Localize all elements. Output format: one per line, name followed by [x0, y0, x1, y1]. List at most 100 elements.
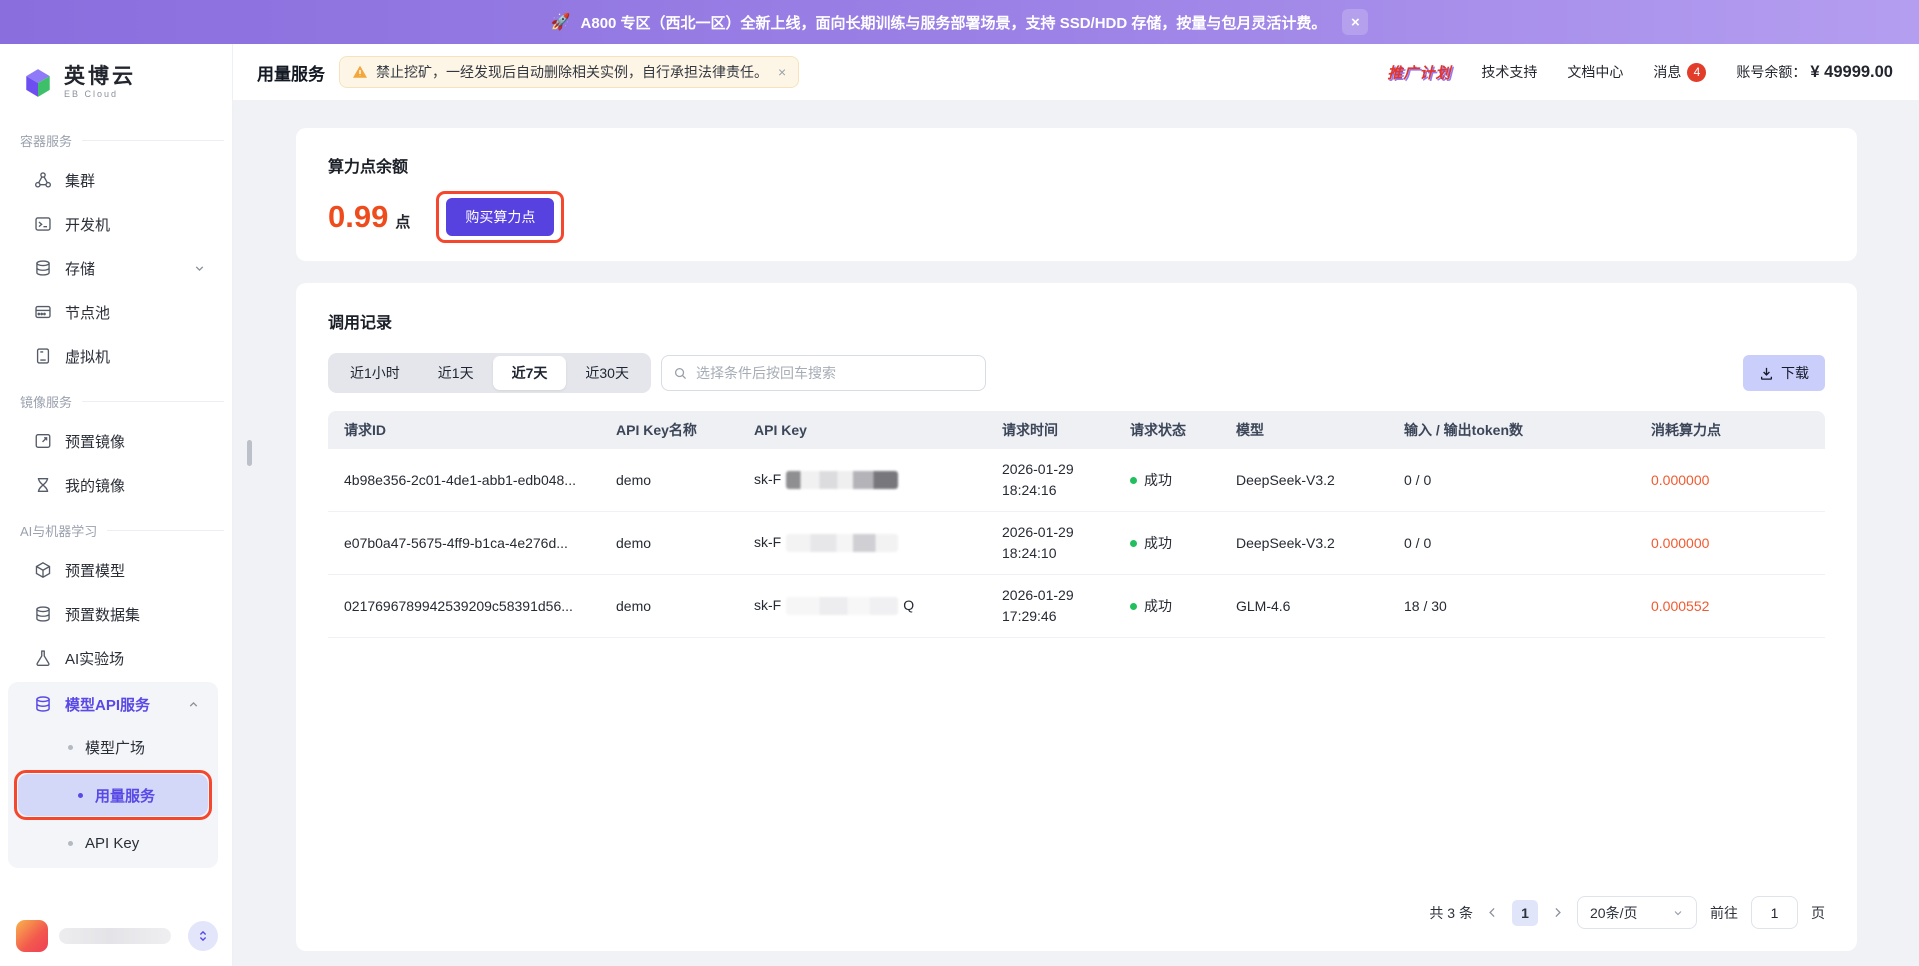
download-button[interactable]: 下载	[1743, 355, 1825, 391]
sidebar-item-label: 虚拟机	[65, 346, 110, 367]
tab-last-1-day[interactable]: 近1天	[419, 356, 493, 390]
redacted-api-key	[786, 534, 898, 552]
tech-support-link[interactable]: 技术支持	[1481, 62, 1537, 82]
col-api-key: API Key	[754, 422, 1002, 438]
sidebar-subitem-label: API Key	[85, 835, 139, 852]
warning-banner: 禁止挖矿，一经发现后自动删除相关实例，自行承担法律责任。 ×	[339, 56, 799, 88]
prev-page-button[interactable]	[1486, 906, 1499, 919]
warning-close-button[interactable]: ×	[778, 64, 786, 80]
cell-status: 成功	[1130, 596, 1236, 616]
cell-api-key-name: demo	[616, 472, 754, 488]
warning-icon	[352, 64, 368, 80]
status-dot	[1130, 603, 1137, 610]
tab-last-30-days[interactable]: 近30天	[566, 356, 648, 390]
goto-unit: 页	[1811, 903, 1825, 923]
col-request-id: 请求ID	[344, 420, 616, 440]
cell-request-id: 0217696789942539209c58391d56...	[344, 598, 616, 614]
download-icon	[1759, 366, 1774, 381]
warning-text: 禁止挖矿，一经发现后自动删除相关实例，自行承担法律责任。	[376, 62, 768, 82]
sidebar-item-my-images[interactable]: 我的镜像	[0, 463, 224, 507]
pagination: 共 3 条 1 20条/页 前往	[328, 896, 1825, 929]
image-icon	[34, 432, 52, 450]
section-label-text: 镜像服务	[20, 392, 72, 411]
col-cost: 消耗算力点	[1651, 420, 1809, 440]
search-icon	[673, 366, 688, 381]
bullet-dot	[78, 793, 83, 798]
scrollbar-thumb[interactable]	[247, 440, 252, 466]
cell-api-key-name: demo	[616, 535, 754, 551]
messages-badge: 4	[1687, 63, 1706, 82]
sidebar-item-preset-datasets[interactable]: 预置数据集	[0, 592, 224, 636]
messages-link[interactable]: 消息 4	[1653, 62, 1706, 82]
buy-compute-points-button[interactable]: 购买算力点	[446, 198, 554, 236]
cell-tokens: 18 / 30	[1404, 598, 1651, 614]
workspace-switcher-button[interactable]	[188, 921, 218, 951]
section-divider	[82, 140, 224, 141]
cell-cost: 0.000000	[1651, 472, 1809, 488]
sidebar-item-label: 节点池	[65, 302, 110, 323]
col-api-key-name: API Key名称	[616, 420, 754, 440]
section-label-ai-ml: AI与机器学习	[0, 507, 224, 548]
balance-label: 账号余额：	[1736, 62, 1806, 82]
compute-points-card: 算力点余额 0.99 点 购买算力点	[296, 128, 1857, 261]
cell-request-id: 4b98e356-2c01-4de1-abb1-edb048...	[344, 472, 616, 488]
sidebar-item-model-square[interactable]: 模型广场	[8, 726, 218, 768]
goto-label: 前往	[1710, 903, 1738, 923]
avatar[interactable]	[16, 920, 48, 952]
flask-icon	[34, 649, 52, 667]
call-records-card: 调用记录 近1小时 近1天 近7天 近30天 下载	[296, 283, 1857, 951]
goto-page-input[interactable]	[1751, 896, 1798, 929]
cell-model: GLM-4.6	[1236, 598, 1404, 614]
tab-last-1-hour[interactable]: 近1小时	[331, 356, 419, 390]
search-input[interactable]	[696, 365, 974, 381]
messages-label: 消息	[1653, 62, 1681, 82]
sidebar-item-preset-models[interactable]: 预置模型	[0, 548, 224, 592]
user-name-redacted	[59, 928, 171, 944]
col-request-status: 请求状态	[1130, 420, 1236, 440]
col-tokens: 输入 / 输出token数	[1404, 420, 1651, 440]
page-number-1[interactable]: 1	[1512, 900, 1538, 926]
promo-plan-link[interactable]: 推广计划	[1387, 62, 1451, 83]
sidebar-item-vm[interactable]: 虚拟机	[0, 334, 224, 378]
vm-icon	[34, 347, 52, 365]
sidebar-item-model-api-service[interactable]: 模型API服务	[8, 682, 218, 726]
sidebar-item-dev-machine[interactable]: 开发机	[0, 202, 224, 246]
cell-api-key: sk-FQ	[754, 597, 1002, 615]
sidebar-item-storage[interactable]: 存储	[0, 246, 224, 290]
promo-banner-text: A800 专区（西北一区）全新上线，面向长期训练与服务部署场景，支持 SSD/H…	[581, 12, 1327, 33]
sidebar-item-usage-service[interactable]: 用量服务	[18, 774, 208, 816]
user-box	[16, 920, 218, 952]
brand-subtitle: EB Cloud	[64, 90, 136, 99]
cell-cost: 0.000000	[1651, 535, 1809, 551]
cell-model: DeepSeek-V3.2	[1236, 472, 1404, 488]
compute-points-title: 算力点余额	[328, 153, 1825, 177]
table-row: 4b98e356-2c01-4de1-abb1-edb048... demo s…	[328, 449, 1825, 512]
sidebar-item-cluster[interactable]: 集群	[0, 158, 224, 202]
status-dot	[1130, 477, 1137, 484]
sidebar-item-api-key[interactable]: API Key	[8, 822, 218, 864]
sidebar-item-node-pool[interactable]: 节点池	[0, 290, 224, 334]
sidebar-item-label: 我的镜像	[65, 475, 125, 496]
sidebar-item-label: 模型API服务	[65, 694, 150, 715]
chevron-up-icon	[187, 698, 200, 711]
rocket-icon: 🚀	[551, 12, 571, 32]
tab-last-7-days[interactable]: 近7天	[493, 356, 567, 390]
next-page-button[interactable]	[1551, 906, 1564, 919]
cell-tokens: 0 / 0	[1404, 472, 1651, 488]
sidebar-item-ai-lab[interactable]: AI实验场	[0, 636, 224, 680]
cell-request-time: 2026-01-2918:24:10	[1002, 522, 1130, 564]
page-size-select[interactable]: 20条/页	[1577, 896, 1697, 929]
docs-center-link[interactable]: 文档中心	[1567, 62, 1623, 82]
brand-logo: 英博云 EB Cloud	[0, 60, 232, 109]
annotation-box-buy-button: 购买算力点	[436, 191, 564, 243]
sidebar-item-preset-images[interactable]: 预置镜像	[0, 419, 224, 463]
cell-api-key: sk-F	[754, 471, 1002, 489]
table-header-row: 请求ID API Key名称 API Key 请求时间 请求状态 模型 输入 /…	[328, 411, 1825, 449]
table-row: 0217696789942539209c58391d56... demo sk-…	[328, 575, 1825, 638]
cell-model: DeepSeek-V3.2	[1236, 535, 1404, 551]
sidebar-item-label: 预置数据集	[65, 604, 140, 625]
sidebar-item-label: 集群	[65, 170, 95, 191]
page-size-value: 20条/页	[1590, 903, 1637, 923]
banner-close-button[interactable]: ×	[1342, 9, 1368, 35]
section-label-image-services: 镜像服务	[0, 378, 224, 419]
